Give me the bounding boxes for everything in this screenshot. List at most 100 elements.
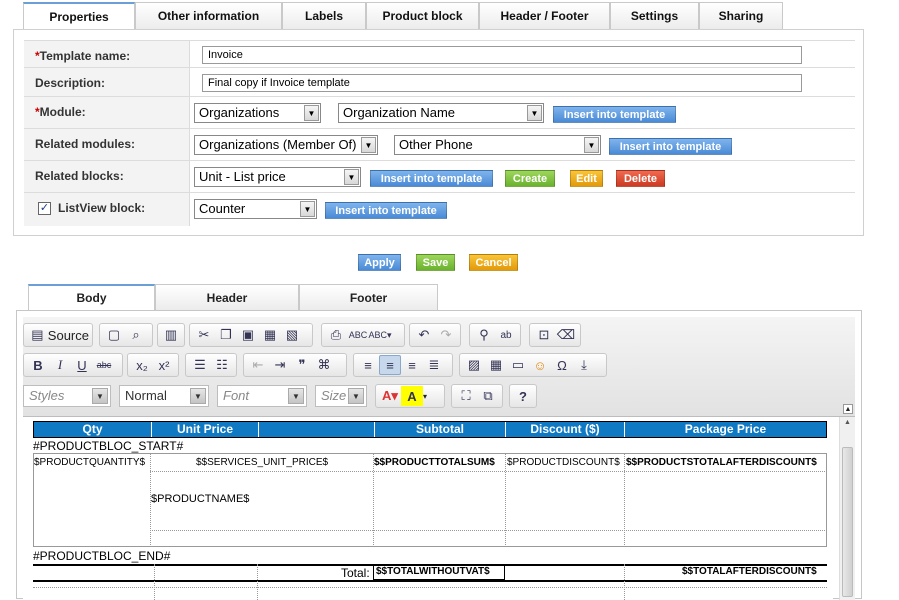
table-icon[interactable]: ▦ xyxy=(485,355,507,375)
tools-group: ⛶ ⧉ xyxy=(451,384,503,408)
bg-color-icon[interactable]: A xyxy=(401,386,423,406)
tab-product-block[interactable]: Product block xyxy=(366,2,479,29)
spellcheck-icon[interactable]: ABC xyxy=(347,325,369,345)
cut-icon[interactable]: ✂ xyxy=(193,325,215,345)
select-all-icon[interactable]: ⊡ xyxy=(533,325,555,345)
copy-icon[interactable]: ❐ xyxy=(215,325,237,345)
help-icon[interactable]: ? xyxy=(513,386,533,406)
total-label: Total: xyxy=(341,566,370,580)
strike-icon[interactable]: abc xyxy=(93,355,115,375)
align-center-icon[interactable]: ≡ xyxy=(379,355,401,375)
remove-format-icon[interactable]: ⌫ xyxy=(555,325,577,345)
align-right-icon[interactable]: ≡ xyxy=(401,355,423,375)
insert-listview-button[interactable]: Insert into template xyxy=(325,202,447,219)
tab-other-information[interactable]: Other information xyxy=(135,2,282,29)
tab-properties[interactable]: Properties xyxy=(23,2,135,30)
header-qty: Qty xyxy=(34,422,152,437)
edit-block-button[interactable]: Edit xyxy=(570,170,603,187)
grid-line xyxy=(624,453,625,547)
replace-icon[interactable]: ab xyxy=(495,325,517,345)
horizontal-rule-icon[interactable]: ▭ xyxy=(507,355,529,375)
styles-combo[interactable]: Styles ▼ xyxy=(23,385,111,407)
numbered-list-icon[interactable]: ☰ xyxy=(189,355,211,375)
template-group: ▥ xyxy=(157,323,185,347)
paste-word-icon[interactable]: ▧ xyxy=(281,325,303,345)
module-select[interactable]: Organizations ▼ xyxy=(194,103,321,123)
redo-icon[interactable]: ↷ xyxy=(435,325,457,345)
related-field-value: Other Phone xyxy=(399,137,473,152)
new-page-icon[interactable]: ▢ xyxy=(103,325,125,345)
tab-header[interactable]: Header xyxy=(155,284,299,310)
tab-header-footer[interactable]: Header / Footer xyxy=(479,2,610,29)
page-break-icon[interactable]: ⤓ xyxy=(573,355,595,375)
div-icon[interactable]: ⌘ xyxy=(313,355,335,375)
preview-icon[interactable]: ⌕ xyxy=(125,325,147,345)
italic-icon[interactable]: I xyxy=(49,355,71,375)
size-combo[interactable]: Size ▼ xyxy=(315,385,367,407)
tab-footer[interactable]: Footer xyxy=(299,284,438,310)
editor-tab-bar: Body Header Footer xyxy=(28,284,438,310)
find-replace-group: ⚲ ab xyxy=(469,323,521,347)
chevron-down-icon: ▼ xyxy=(288,388,304,404)
font-placeholder: Font xyxy=(223,388,250,403)
undo-icon[interactable]: ↶ xyxy=(413,325,435,345)
format-combo[interactable]: Normal ▼ xyxy=(119,385,209,407)
delete-block-button[interactable]: Delete xyxy=(616,170,665,187)
show-blocks-icon[interactable]: ⧉ xyxy=(477,386,499,406)
blockquote-icon[interactable]: ❞ xyxy=(291,355,313,375)
related-modules-select[interactable]: Organizations (Member Of) ▼ xyxy=(194,135,378,155)
listview-select[interactable]: Counter ▼ xyxy=(194,199,317,219)
find-icon[interactable]: ⚲ xyxy=(473,325,495,345)
special-char-icon[interactable]: Ω xyxy=(551,355,573,375)
description-input[interactable]: Final copy if Invoice template xyxy=(202,74,802,92)
scroll-up-icon[interactable]: ▲ xyxy=(842,419,853,430)
listview-checkbox[interactable]: ✓ xyxy=(38,202,51,215)
editor-content[interactable]: Qty Unit Price Subtotal Discount ($) Pac… xyxy=(23,417,833,600)
listview-value: Counter xyxy=(199,201,246,216)
underline-icon[interactable]: U xyxy=(71,355,93,375)
templates-icon[interactable]: ▥ xyxy=(161,325,181,345)
related-blocks-select[interactable]: Unit - List price ▼ xyxy=(194,167,361,187)
scayt-icon[interactable]: ABC▾ xyxy=(368,325,391,345)
smiley-icon[interactable]: ☺ xyxy=(529,355,551,375)
paste-icon[interactable]: ▣ xyxy=(237,325,259,345)
save-button[interactable]: Save xyxy=(416,254,455,271)
align-justify-icon[interactable]: ≣ xyxy=(423,355,445,375)
chevron-down-icon: ▼ xyxy=(584,137,599,153)
tab-sharing[interactable]: Sharing xyxy=(699,2,783,29)
image-icon[interactable]: ▨ xyxy=(463,355,485,375)
superscript-icon[interactable]: x² xyxy=(153,355,175,375)
print-spell-group: ⎙ ABC ABC▾ xyxy=(321,323,405,347)
module-field-select[interactable]: Organization Name ▼ xyxy=(338,103,544,123)
maximize-icon[interactable]: ⛶ xyxy=(455,386,477,406)
row-listview: ListView block: ✓ Counter ▼ Insert into t… xyxy=(24,193,855,226)
collapse-toolbar-icon[interactable]: ▲ xyxy=(843,404,853,414)
bold-icon[interactable]: B xyxy=(27,355,49,375)
tab-labels[interactable]: Labels xyxy=(282,2,366,29)
template-name-input[interactable]: Invoice xyxy=(202,46,802,64)
create-block-button[interactable]: Create xyxy=(505,170,555,187)
insert-related-block-button[interactable]: Insert into template xyxy=(370,170,493,187)
cancel-button[interactable]: Cancel xyxy=(469,254,518,271)
editor-scrollbar[interactable]: ▲ xyxy=(839,417,855,600)
bullet-list-icon[interactable]: ☷ xyxy=(211,355,233,375)
subscript-icon[interactable]: x₂ xyxy=(131,355,153,375)
source-button[interactable]: Source xyxy=(48,328,89,343)
text-color-icon[interactable]: A▾ xyxy=(379,386,401,406)
indent-icon[interactable]: ⇥ xyxy=(269,355,291,375)
undo-redo-group: ↶ ↷ xyxy=(409,323,461,347)
header-discount: Discount ($) xyxy=(506,422,625,437)
print-icon[interactable]: ⎙ xyxy=(325,325,347,345)
scroll-thumb[interactable] xyxy=(842,447,853,597)
font-combo[interactable]: Font ▼ xyxy=(217,385,307,407)
align-left-icon[interactable]: ≡ xyxy=(357,355,379,375)
paste-text-icon[interactable]: ▦ xyxy=(259,325,281,345)
apply-button[interactable]: Apply xyxy=(358,254,401,271)
insert-module-button[interactable]: Insert into template xyxy=(553,106,676,123)
tab-settings[interactable]: Settings xyxy=(610,2,699,29)
tab-body[interactable]: Body xyxy=(28,284,155,310)
rich-text-editor: ▤ Source ▢ ⌕ ▥ ✂ ❐ ▣ ▦ ▧ ⎙ ABC ABC▾ ↶ ↷ ⚲ ab ⊡ ⌫ B… xyxy=(16,310,862,600)
insert-related-module-button[interactable]: Insert into template xyxy=(609,138,732,155)
related-field-select[interactable]: Other Phone ▼ xyxy=(394,135,601,155)
outdent-icon[interactable]: ⇤ xyxy=(247,355,269,375)
